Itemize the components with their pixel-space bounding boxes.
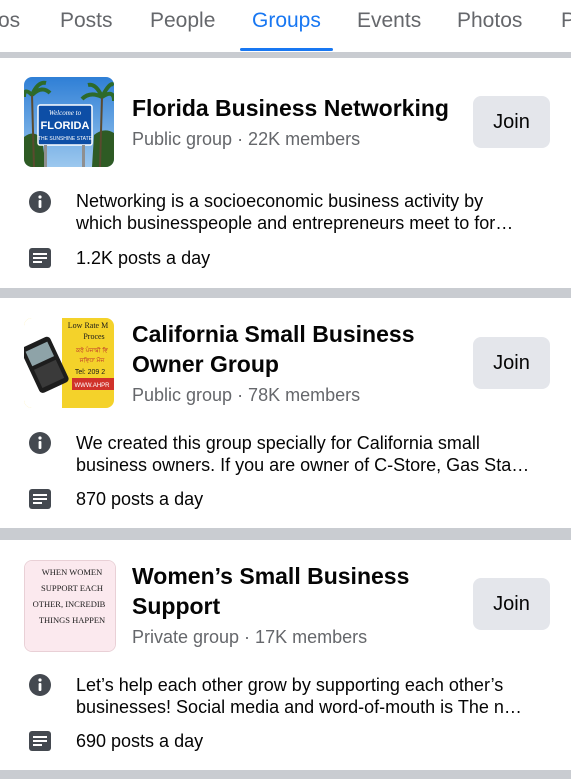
svg-text:ਕਰੋ ਪੰਜਾਬੀ ਵਿ: ਕਰੋ ਪੰਜਾਬੀ ਵਿ [75, 346, 108, 354]
tab-events[interactable]: Events [357, 9, 421, 33]
group-name[interactable]: Women’s Small Business Support [132, 561, 462, 621]
info-circle-icon [29, 432, 51, 454]
tab-photos[interactable]: Photos [457, 9, 522, 33]
posts-per-day: 1.2K posts a day [76, 248, 211, 268]
tab-videos[interactable]: os [0, 9, 20, 33]
search-tabs: os Posts People Groups Events Photos P [0, 0, 571, 52]
group-description: Networking is a socioeconomic business a… [76, 191, 514, 233]
svg-text:Proces: Proces [83, 332, 104, 341]
svg-text:WHEN WOMEN: WHEN WOMEN [42, 567, 103, 577]
group-thumbnail[interactable]: Low Rate M Proces ਕਰੋ ਪੰਜਾਬੀ ਵਿ ਸਵਿਧਾ ਮੌ… [24, 318, 114, 408]
group-description: We created this group specially for Cali… [76, 433, 530, 475]
group-meta: Public group · 78K members [132, 385, 361, 405]
tab-pages[interactable]: P [561, 9, 571, 33]
info-circle-icon [29, 191, 51, 213]
group-name[interactable]: Florida Business Networking [132, 93, 462, 123]
group-result-card[interactable]: Low Rate M Proces ਕਰੋ ਪੰਜਾਬੀ ਵਿ ਸਵਿਧਾ ਮੌ… [0, 298, 571, 528]
join-button[interactable]: Join [473, 337, 550, 389]
svg-text:THE SUNSHINE STATE: THE SUNSHINE STATE [38, 136, 93, 142]
svg-text:ਸਵਿਧਾ ਮੌਜ: ਸਵਿਧਾ ਮੌਜ [79, 356, 106, 364]
women-support-quote-image: WHEN WOMEN SUPPORT EACH OTHER, INCREDIB … [25, 561, 115, 651]
group-meta: Private group · 17K members [132, 627, 368, 647]
group-meta: Public group · 22K members [132, 129, 361, 149]
payment-terminal-ad-image: Low Rate M Proces ਕਰੋ ਪੰਜਾਬੀ ਵਿ ਸਵਿਧਾ ਮੌ… [24, 318, 114, 408]
svg-text:Welcome to: Welcome to [49, 109, 82, 117]
tab-posts[interactable]: Posts [60, 9, 113, 33]
tab-people[interactable]: People [150, 9, 215, 33]
posts-list-icon [29, 731, 51, 751]
tab-groups[interactable]: Groups [252, 9, 321, 33]
group-description: Let’s help each other grow by supporting… [76, 675, 522, 717]
svg-text:Tel: 209 2: Tel: 209 2 [75, 369, 105, 376]
svg-text:FLORIDA: FLORIDA [41, 120, 90, 132]
svg-text:WWW.AHPR: WWW.AHPR [75, 383, 111, 389]
svg-text:SUPPORT EACH: SUPPORT EACH [41, 583, 103, 593]
group-name[interactable]: California Small Business Owner Group [132, 319, 462, 379]
join-button[interactable]: Join [473, 96, 550, 148]
posts-per-day: 690 posts a day [76, 731, 204, 751]
svg-text:Low Rate M: Low Rate M [68, 321, 108, 330]
svg-text:THINGS HAPPEN: THINGS HAPPEN [39, 615, 105, 625]
svg-text:OTHER, INCREDIB: OTHER, INCREDIB [33, 599, 106, 609]
group-thumbnail[interactable]: WHEN WOMEN SUPPORT EACH OTHER, INCREDIB … [24, 560, 116, 652]
group-thumbnail[interactable]: Welcome to FLORIDA THE SUNSHINE STATE [24, 77, 114, 167]
posts-list-icon [29, 248, 51, 268]
info-circle-icon [29, 674, 51, 696]
florida-sign-image: Welcome to FLORIDA THE SUNSHINE STATE [24, 77, 114, 167]
posts-list-icon [29, 489, 51, 509]
posts-per-day: 870 posts a day [76, 489, 204, 509]
join-button[interactable]: Join [473, 578, 550, 630]
active-tab-indicator [240, 48, 333, 51]
group-result-card[interactable]: WHEN WOMEN SUPPORT EACH OTHER, INCREDIB … [0, 540, 571, 770]
group-result-card[interactable]: Welcome to FLORIDA THE SUNSHINE STATE Fl… [0, 58, 571, 288]
